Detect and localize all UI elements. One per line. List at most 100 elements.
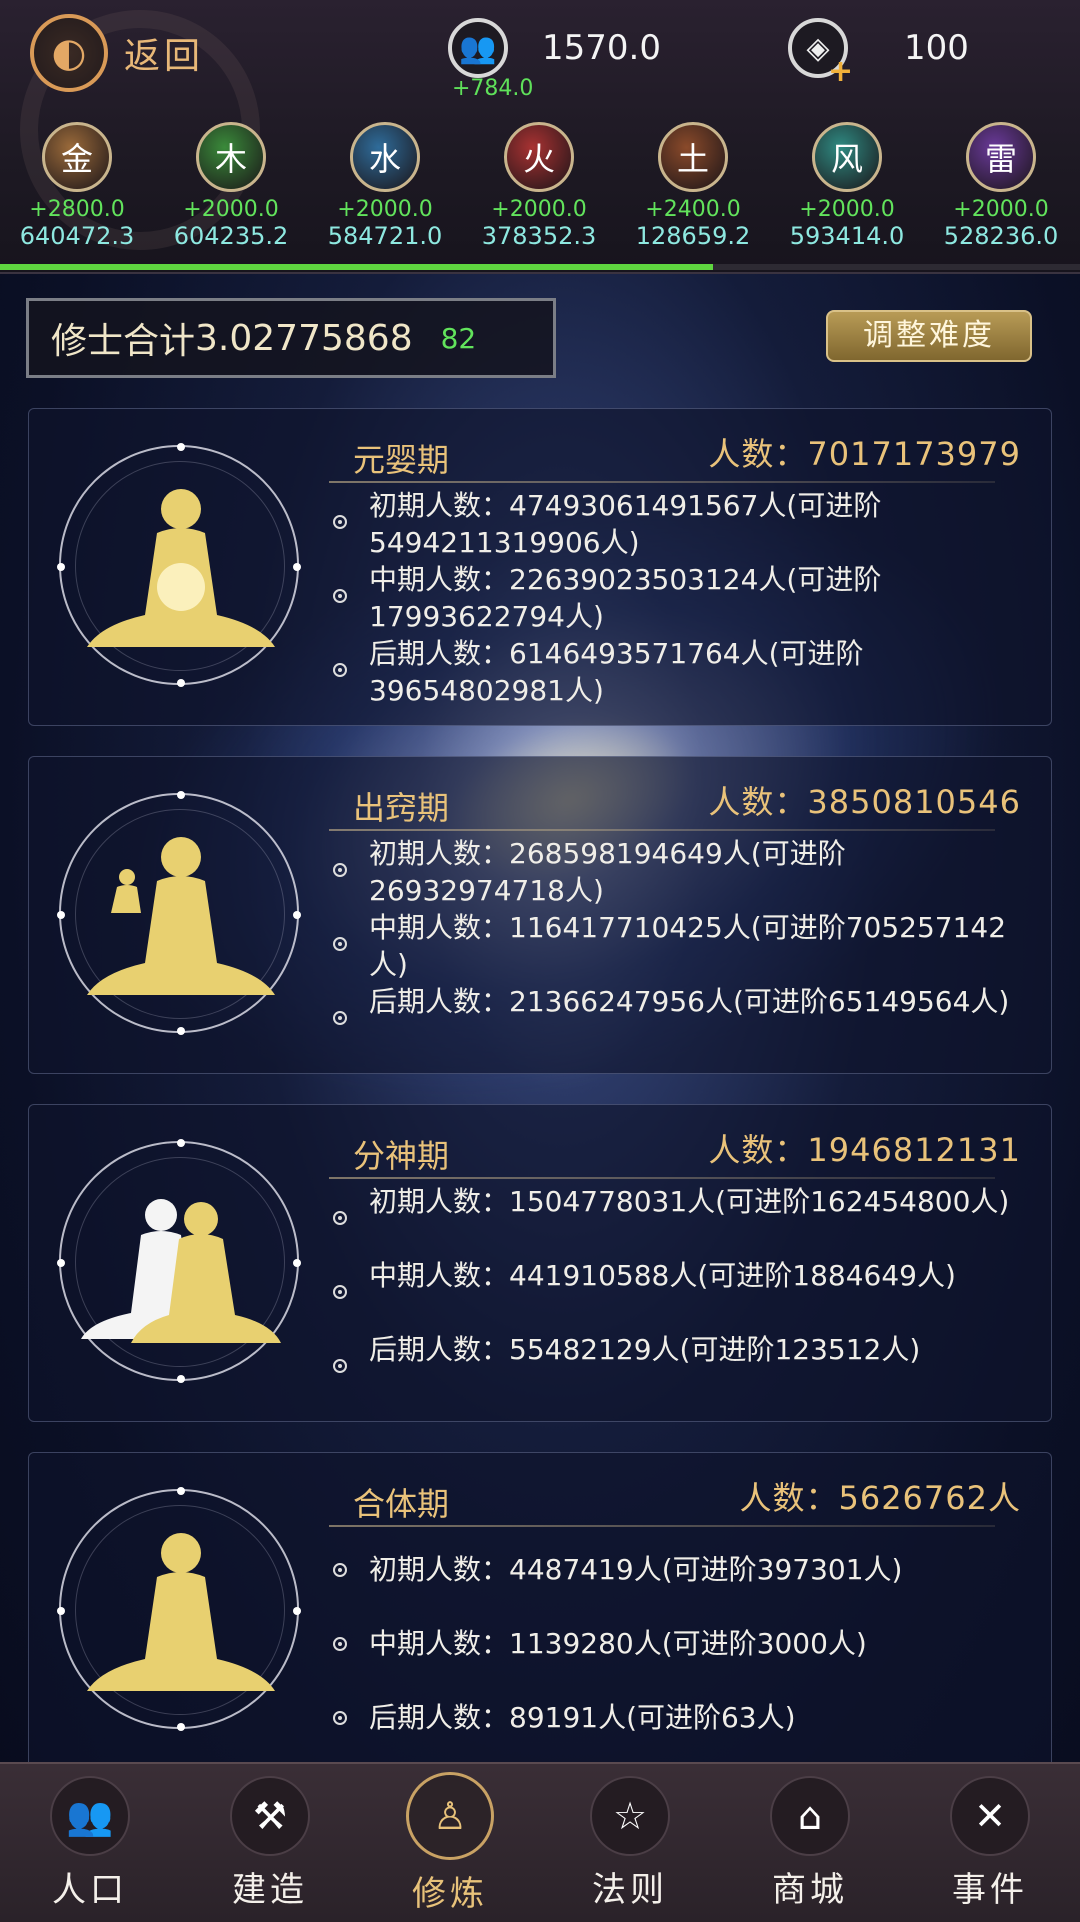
element-item[interactable]: 金 +2800.0 640472.3 (0, 122, 154, 250)
stage-row-text: 中期人数：22639023503124人(可进阶17993622794人) (369, 563, 882, 633)
stage-row-text: 初期人数：4487419人(可进阶397301人) (369, 1553, 903, 1586)
bullet-icon (333, 1285, 347, 1299)
meditation-icon: ♙ (406, 1772, 494, 1860)
nav-tab-2[interactable]: ⚒ 建造 (180, 1764, 360, 1922)
stage-card[interactable]: 分神期 人数：1946812131 初期人数：1504778031人(可进阶16… (28, 1104, 1052, 1422)
add-currency-icon[interactable]: + (828, 54, 853, 89)
back-button[interactable]: ◐ 返回 (30, 14, 204, 92)
element-delta: +2400.0 (645, 197, 741, 222)
element-name: 火 (522, 140, 555, 178)
element-total: 378352.3 (481, 222, 597, 250)
stage-card[interactable]: 元婴期 人数：7017173979 初期人数：47493061491567人(可… (28, 408, 1052, 726)
element-name: 雷 (984, 140, 1017, 178)
bullet-icon (333, 663, 347, 677)
bullet-icon (333, 1211, 347, 1225)
element-name: 风 (830, 140, 863, 178)
nav-tab-6[interactable]: ✕ 事件 (900, 1764, 1080, 1922)
nav-tab-label: 事件 (952, 1870, 1028, 1910)
stage-row: 后期人数：89191人(可进阶63人) (333, 1699, 1029, 1736)
stage-row: 后期人数：55482129人(可进阶123512人) (333, 1331, 1029, 1373)
stage-name: 出窍期 (353, 789, 450, 827)
stage-count: 人数：5626762人 (739, 1479, 1021, 1517)
element-item[interactable]: 土 +2400.0 128659.2 (616, 122, 770, 250)
stage-divider (329, 1177, 995, 1179)
element-delta: +2000.0 (491, 197, 587, 222)
element-item[interactable]: 雷 +2000.0 528236.0 (924, 122, 1078, 250)
total-label: 修士合计 (51, 321, 196, 362)
element-orb-icon: 金 (42, 122, 112, 192)
stage-name: 合体期 (353, 1485, 450, 1523)
element-delta: +2800.0 (29, 197, 125, 222)
stage-row-text: 后期人数：89191人(可进阶63人) (369, 1701, 796, 1734)
bullet-icon (333, 1711, 347, 1725)
element-total: 584721.0 (327, 222, 443, 250)
bullet-icon (333, 937, 347, 951)
stage-row-text: 初期人数：268598194649人(可进阶26932974718人) (369, 837, 846, 907)
element-delta: +2000.0 (799, 197, 895, 222)
stage-count: 人数：1946812131 (708, 1131, 1021, 1169)
currency-value: 100 (904, 28, 969, 68)
nav-tab-label: 法则 (592, 1870, 668, 1910)
stage-figure-icon (57, 1487, 301, 1731)
bullet-icon (333, 1359, 347, 1373)
element-list: 金 +2800.0 640472.3 木 +2000.0 604235.2 水 … (0, 122, 1080, 250)
stage-row: 后期人数：21366247956人(可进阶65149564人) (333, 983, 1029, 1025)
nav-tab-4[interactable]: ☆ 法则 (540, 1764, 720, 1922)
bullet-icon (333, 863, 347, 877)
stage-card[interactable]: 合体期 人数：5626762人 初期人数：4487419人(可进阶397301人… (28, 1452, 1052, 1770)
stage-divider (329, 1525, 995, 1527)
population-resource: 👥 1570.0 +784.0 (448, 18, 661, 101)
stage-figure-icon (57, 443, 301, 687)
stage-count: 人数：7017173979 (708, 435, 1021, 473)
element-delta: +2000.0 (337, 197, 433, 222)
currency-resource[interactable]: ◈ + 100 (788, 18, 969, 89)
stage-row-text: 初期人数：47493061491567人(可进阶5494211319906人) (369, 489, 882, 559)
element-orb-icon: 风 (812, 122, 882, 192)
element-orb-icon: 土 (658, 122, 728, 192)
shop-icon: ⌂ (770, 1776, 850, 1856)
stage-row-text: 中期人数：441910588人(可进阶1884649人) (369, 1259, 956, 1292)
element-total: 640472.3 (19, 222, 135, 250)
element-total: 604235.2 (173, 222, 289, 250)
bullet-icon (333, 1637, 347, 1651)
element-item[interactable]: 水 +2000.0 584721.0 (308, 122, 462, 250)
book-swords-icon: ✕ (950, 1776, 1030, 1856)
nav-tab-label: 建造 (232, 1870, 308, 1910)
stage-row-text: 后期人数：21366247956人(可进阶65149564人) (369, 985, 1010, 1018)
element-orb-icon: 雷 (966, 122, 1036, 192)
stage-row: 初期人数：4487419人(可进阶397301人) (333, 1551, 1029, 1588)
nav-tab-3[interactable]: ♙ 修炼 (360, 1764, 540, 1922)
stage-row: 中期人数：22639023503124人(可进阶17993622794人) (333, 561, 1029, 635)
total-badge: 82 (440, 321, 477, 355)
element-name: 水 (368, 140, 401, 178)
element-name: 土 (676, 140, 709, 178)
adjust-difficulty-button[interactable]: 调整难度 (826, 310, 1032, 362)
element-item[interactable]: 风 +2000.0 593414.0 (770, 122, 924, 250)
nav-tab-label: 人口 (52, 1870, 128, 1910)
stage-row: 中期人数：1139280人(可进阶3000人) (333, 1625, 1029, 1662)
element-delta: +2000.0 (953, 197, 1049, 222)
element-item[interactable]: 火 +2000.0 378352.3 (462, 122, 616, 250)
stage-divider (329, 829, 995, 831)
element-orb-icon: 水 (350, 122, 420, 192)
nav-tab-1[interactable]: 👥 人口 (0, 1764, 180, 1922)
element-total: 528236.0 (943, 222, 1059, 250)
element-orb-icon: 火 (504, 122, 574, 192)
stage-divider (329, 481, 995, 483)
stage-row: 初期人数：47493061491567人(可进阶5494211319906人) (333, 487, 1029, 561)
progress-bar (0, 264, 1080, 270)
back-label: 返回 (124, 36, 205, 77)
stage-card[interactable]: 出窍期 人数：3850810546 初期人数：268598194649人(可进阶… (28, 756, 1052, 1074)
element-orb-icon: 木 (196, 122, 266, 192)
nav-tab-5[interactable]: ⌂ 商城 (720, 1764, 900, 1922)
stage-row: 初期人数：1504778031人(可进阶162454800人) (333, 1183, 1029, 1225)
stage-row-text: 中期人数：116417710425人(可进阶705257142人) (369, 911, 1007, 981)
stage-row-text: 中期人数：1139280人(可进阶3000人) (369, 1627, 867, 1660)
bullet-icon (333, 1563, 347, 1577)
population-delta: +784.0 (452, 76, 534, 101)
stage-row: 中期人数：441910588人(可进阶1884649人) (333, 1257, 1029, 1299)
element-name: 金 (60, 140, 93, 178)
element-item[interactable]: 木 +2000.0 604235.2 (154, 122, 308, 250)
element-name: 木 (214, 140, 247, 178)
cultivator-total: 修士合计 3.02775868 82 (26, 298, 556, 378)
